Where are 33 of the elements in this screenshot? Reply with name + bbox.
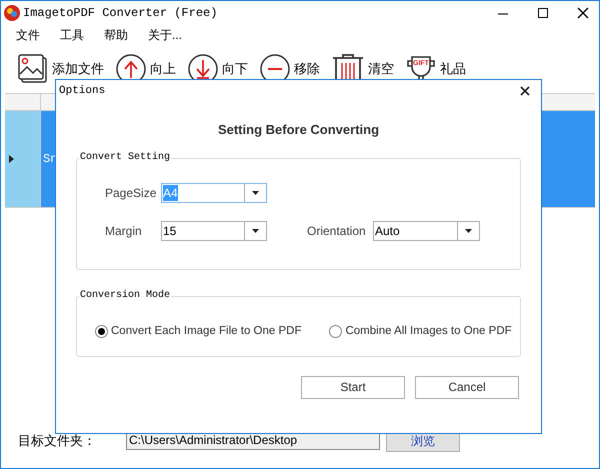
dropdown-value: 15 bbox=[163, 222, 176, 238]
group-legend: Convert Setting bbox=[79, 150, 172, 164]
caret-icon bbox=[252, 190, 259, 194]
menu-item[interactable]: 关于... bbox=[148, 26, 182, 44]
menu-item[interactable]: 工具 bbox=[60, 26, 84, 44]
dropdown-value: Auto bbox=[375, 222, 400, 238]
dialog-title: Options bbox=[59, 84, 106, 99]
close-icon[interactable] bbox=[577, 7, 589, 19]
field-label: Margin bbox=[105, 222, 143, 240]
radio-option[interactable]: Convert Each Image File to One PDF bbox=[95, 322, 302, 340]
dropdown-value: A4 bbox=[163, 184, 178, 200]
dialog-button[interactable]: Cancel bbox=[415, 376, 519, 398]
app-logo-icon bbox=[3, 4, 21, 22]
caret-icon bbox=[465, 228, 472, 232]
dialog-button[interactable]: Start bbox=[301, 376, 405, 398]
menu-item[interactable]: 文件 bbox=[16, 26, 40, 44]
caret-icon bbox=[252, 228, 259, 232]
maximize-icon[interactable] bbox=[537, 7, 549, 19]
radio-option[interactable]: Combine All Images to One PDF bbox=[329, 322, 512, 340]
toolbar-button[interactable]: 添加文件 bbox=[18, 54, 104, 84]
radio-button[interactable] bbox=[95, 324, 108, 338]
window-title: ImagetoPDF Converter (Free) bbox=[23, 5, 218, 22]
target-folder-label: 目标文件夹： bbox=[18, 432, 97, 450]
dropdown[interactable]: 15 bbox=[161, 220, 267, 240]
field-label: Orientation bbox=[307, 222, 367, 240]
close-icon[interactable] bbox=[520, 86, 530, 96]
radio-button[interactable] bbox=[329, 324, 342, 338]
field-label: PageSize bbox=[105, 184, 158, 202]
menu-item[interactable]: 帮助 bbox=[104, 26, 128, 44]
row-pointer-icon bbox=[9, 155, 14, 163]
dialog-heading: Setting Before Converting bbox=[216, 121, 380, 139]
image-icon bbox=[18, 54, 48, 84]
dropdown[interactable]: Auto bbox=[373, 220, 480, 240]
